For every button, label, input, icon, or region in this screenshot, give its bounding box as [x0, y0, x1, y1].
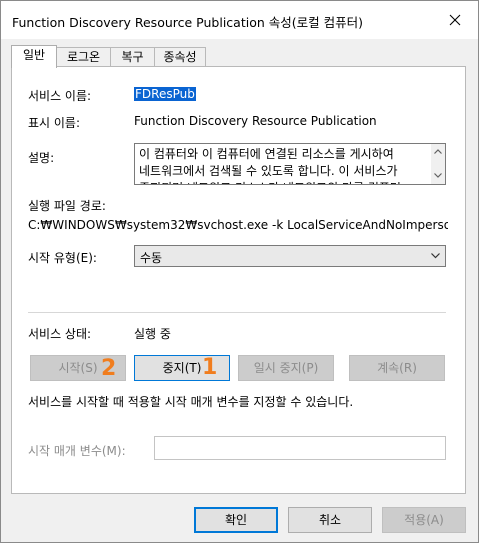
tab-dependencies[interactable]: 종속성: [154, 47, 206, 66]
description-text: 이 컴퓨터와 이 컴퓨터에 연결된 리소스를 게시하여 네트워크에서 검색될 수…: [139, 147, 401, 184]
section-divider: [28, 312, 446, 313]
properties-dialog: Function Discovery Resource Publication …: [0, 0, 479, 543]
service-name-value[interactable]: FDResPub: [134, 87, 196, 101]
description-box[interactable]: 이 컴퓨터와 이 컴퓨터에 연결된 리소스를 게시하여 네트워크에서 검색될 수…: [134, 143, 446, 185]
display-name-label: 표시 이름:: [28, 116, 81, 130]
scroll-down-icon[interactable]: [434, 173, 442, 178]
cancel-button[interactable]: 취소: [288, 507, 372, 533]
startup-type-label: 시작 유형(E):: [28, 251, 97, 265]
title-bar: Function Discovery Resource Publication …: [1, 1, 478, 39]
service-status-label: 서비스 상태:: [28, 327, 92, 341]
start-params-label: 시작 매개 변수(M):: [28, 444, 126, 458]
ok-button[interactable]: 확인: [194, 507, 278, 533]
exe-path-value[interactable]: C:₩WINDOWS₩system32₩svchost.exe -k Local…: [28, 218, 448, 232]
startup-type-value: 수동: [140, 251, 163, 265]
start-params-hint: 서비스를 시작할 때 적용할 시작 매개 변수를 지정할 수 있습니다.: [28, 395, 354, 409]
close-icon: [449, 14, 461, 26]
description-label: 설명:: [28, 151, 55, 165]
start-params-input[interactable]: [154, 436, 446, 460]
chevron-down-icon: [431, 253, 440, 259]
tab-recovery[interactable]: 복구: [110, 47, 155, 66]
general-panel: 서비스 이름: FDResPub 표시 이름: Function Discove…: [11, 66, 466, 494]
service-status-value: 실행 중: [134, 327, 171, 341]
service-name-label: 서비스 이름:: [28, 89, 92, 103]
resume-button[interactable]: 계속(R): [349, 355, 445, 381]
startup-type-select[interactable]: 수동: [134, 245, 446, 267]
window-title: Function Discovery Resource Publication …: [12, 15, 363, 30]
exe-path-label: 실행 파일 경로:: [28, 199, 106, 213]
description-scrollbar[interactable]: [431, 144, 445, 184]
step-badge-1: 1: [202, 355, 218, 380]
close-button[interactable]: [432, 1, 478, 39]
tab-general[interactable]: 일반: [11, 45, 57, 68]
scroll-up-icon[interactable]: [434, 149, 442, 154]
tab-logon[interactable]: 로그온: [56, 47, 111, 66]
step-badge-2: 2: [101, 356, 117, 381]
pause-button[interactable]: 일시 중지(P): [238, 355, 334, 381]
apply-button[interactable]: 적용(A): [382, 507, 466, 533]
display-name-value: Function Discovery Resource Publication: [134, 114, 377, 128]
